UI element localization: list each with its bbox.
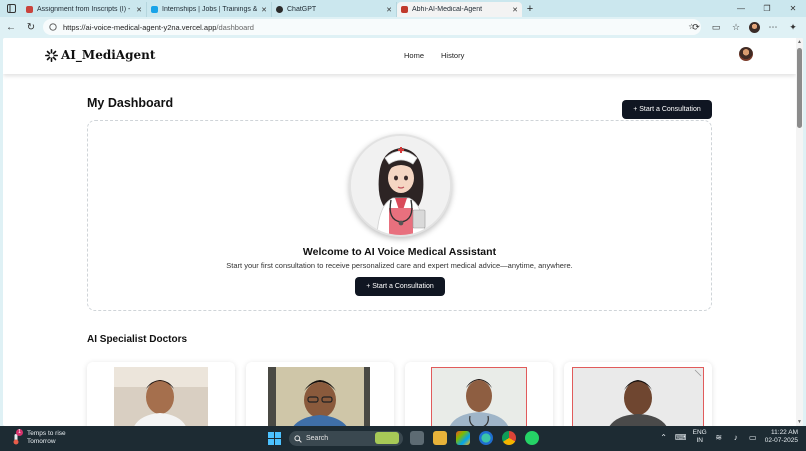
search-highlight-icon bbox=[375, 432, 399, 444]
chrome-icon[interactable] bbox=[502, 431, 516, 445]
close-tab-icon[interactable]: ✕ bbox=[261, 6, 267, 14]
wifi-icon[interactable]: ≋ bbox=[714, 432, 724, 442]
start-consultation-button[interactable]: + Start a Consultation bbox=[622, 100, 712, 119]
browser-toolbar: ← ↻ https://ai-voice-medical-agent-y2na.… bbox=[0, 17, 806, 38]
thermometer-icon: 1 bbox=[10, 429, 23, 445]
maximize-icon[interactable]: ❐ bbox=[754, 0, 780, 17]
close-window-icon[interactable]: ✕ bbox=[780, 0, 806, 17]
url-host: https://ai-voice-medical-agent-y2na.verc… bbox=[63, 22, 217, 32]
scroll-down-icon[interactable]: ▼ bbox=[797, 419, 802, 425]
doctor-card[interactable] bbox=[87, 362, 235, 426]
language-indicator[interactable]: ENG IN bbox=[693, 429, 707, 445]
new-tab-icon[interactable]: + bbox=[522, 3, 538, 15]
close-tab-icon[interactable]: ✕ bbox=[512, 6, 518, 14]
tab-favicon-icon bbox=[401, 6, 408, 13]
doctor-card[interactable] bbox=[564, 362, 712, 426]
clock-time: 11:22 AM bbox=[771, 429, 798, 436]
language-region: IN bbox=[696, 437, 703, 444]
weather-widget[interactable]: 1 Temps to rise Tomorrow bbox=[10, 429, 66, 446]
doctor-photo bbox=[431, 367, 527, 426]
windows-start-icon[interactable] bbox=[268, 432, 281, 445]
weather-subtitle: Tomorrow bbox=[27, 438, 56, 445]
tab-title: ChatGPT bbox=[287, 6, 317, 13]
clock-date: 02-07-2025 bbox=[764, 437, 798, 444]
browser-tab-strip: Assignment from Inscripts (I) - m ✕ Inte… bbox=[0, 0, 806, 17]
start-consultation-button-secondary[interactable]: + Start a Consultation bbox=[355, 277, 445, 296]
system-clock[interactable]: 11:22 AM 02-07-2025 bbox=[765, 429, 798, 445]
url-path: /dashboard bbox=[216, 22, 254, 32]
app-header: AI_MediAgent Home History bbox=[3, 38, 796, 74]
welcome-title: Welcome to AI Voice Medical Assistant bbox=[302, 246, 497, 258]
system-tray: ⌃ ⌨ ENG IN ≋ ♪ ▭ 11:22 AM 02-07-2025 bbox=[659, 429, 798, 445]
doctor-photo bbox=[572, 367, 704, 426]
scrollbar-thumb[interactable] bbox=[797, 48, 802, 128]
app-logo[interactable]: AI_MediAgent bbox=[45, 48, 155, 62]
browser-tab-active[interactable]: Abhi-AI-Medical-Agent ✕ bbox=[397, 2, 522, 17]
doctor-card[interactable] bbox=[246, 362, 394, 426]
notification-badge: 1 bbox=[16, 429, 23, 436]
doctor-photo bbox=[114, 367, 208, 426]
window-controls: — ❐ ✕ bbox=[728, 0, 806, 17]
nurse-illustration bbox=[349, 134, 452, 237]
whatsapp-icon[interactable] bbox=[525, 431, 539, 445]
split-screen-icon[interactable]: ▭ bbox=[709, 20, 723, 34]
page-scrollbar[interactable]: ▲ ▼ bbox=[796, 38, 803, 426]
edge-browser-icon[interactable] bbox=[479, 431, 493, 445]
copilot-app-icon[interactable] bbox=[456, 431, 470, 445]
address-bar[interactable]: https://ai-voice-medical-agent-y2na.verc… bbox=[43, 19, 701, 35]
tab-title: Assignment from Inscripts (I) - m bbox=[37, 6, 133, 13]
main-nav: Home History bbox=[404, 51, 464, 60]
favorites-icon[interactable]: ☆ bbox=[729, 20, 743, 34]
task-view-icon[interactable] bbox=[410, 431, 424, 445]
page-title: My Dashboard bbox=[87, 96, 174, 110]
taskbar: 1 Temps to rise Tomorrow Search ⌃ ⌨ ENG … bbox=[0, 426, 806, 451]
tab-actions-menu-icon[interactable] bbox=[0, 0, 22, 17]
chatgpt-favicon-icon bbox=[276, 6, 283, 13]
taskbar-search[interactable]: Search bbox=[289, 431, 403, 446]
tab-favicon-icon bbox=[151, 6, 158, 13]
taskbar-apps bbox=[410, 431, 539, 445]
battery-icon[interactable]: ▭ bbox=[748, 432, 758, 442]
scroll-up-icon[interactable]: ▲ bbox=[797, 39, 802, 45]
close-tab-icon[interactable]: ✕ bbox=[136, 6, 142, 14]
more-options-icon[interactable]: ⋯ bbox=[766, 20, 780, 34]
doctor-photo bbox=[268, 367, 370, 426]
search-icon bbox=[294, 434, 302, 443]
keyboard-icon[interactable]: ⌨ bbox=[675, 432, 687, 442]
logo-text: AI_MediAgent bbox=[61, 48, 156, 62]
extensions-icon[interactable]: ⟳ bbox=[689, 20, 703, 34]
close-tab-icon[interactable]: ✕ bbox=[386, 6, 392, 14]
chevron-up-icon[interactable]: ⌃ bbox=[659, 432, 669, 442]
user-avatar[interactable] bbox=[739, 47, 753, 61]
browser-tools: ⟳ ▭ ☆ ⋯ ✦ bbox=[689, 19, 800, 35]
reload-icon[interactable]: ↻ bbox=[22, 19, 40, 37]
specialists-heading: AI Specialist Doctors bbox=[87, 334, 188, 345]
nav-history-link[interactable]: History bbox=[441, 51, 464, 60]
doctor-card[interactable] bbox=[405, 362, 553, 426]
browser-tab[interactable]: ChatGPT ✕ bbox=[272, 2, 397, 17]
welcome-panel: Welcome to AI Voice Medical Assistant St… bbox=[87, 120, 712, 311]
weather-title: Temps to rise bbox=[27, 430, 66, 437]
browser-profile-icon[interactable] bbox=[749, 21, 760, 33]
site-info-icon[interactable] bbox=[49, 23, 57, 31]
tab-favicon-icon bbox=[26, 6, 33, 13]
volume-icon[interactable]: ♪ bbox=[731, 432, 741, 442]
welcome-subtitle: Start your first consultation to receive… bbox=[226, 261, 573, 270]
language-code: ENG bbox=[692, 429, 707, 436]
back-arrow-icon[interactable]: ← bbox=[2, 19, 20, 37]
logo-burst-icon bbox=[45, 48, 58, 62]
browser-tab[interactable]: Internships | Jobs | Trainings & Pl ✕ bbox=[147, 2, 272, 17]
browser-tab[interactable]: Assignment from Inscripts (I) - m ✕ bbox=[22, 2, 147, 17]
copilot-icon[interactable]: ✦ bbox=[786, 20, 800, 34]
search-label: Search bbox=[306, 435, 329, 442]
file-explorer-icon[interactable] bbox=[433, 431, 447, 445]
nav-home-link[interactable]: Home bbox=[404, 51, 424, 60]
tab-title: Internships | Jobs | Trainings & Pl bbox=[162, 6, 258, 13]
minimize-icon[interactable]: — bbox=[728, 0, 754, 17]
tab-title: Abhi-AI-Medical-Agent bbox=[412, 6, 483, 13]
web-page: AI_MediAgent Home History My Dashboard +… bbox=[3, 38, 803, 426]
